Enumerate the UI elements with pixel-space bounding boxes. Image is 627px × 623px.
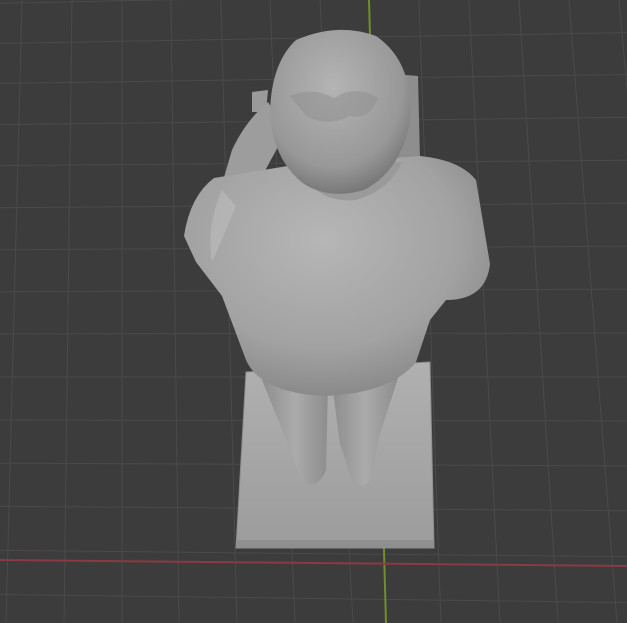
statue-base-edge: [236, 540, 434, 548]
3d-viewport[interactable]: [0, 0, 627, 623]
statue-model[interactable]: [184, 29, 490, 549]
x-axis-line: [0, 559, 627, 567]
viewport-canvas[interactable]: [0, 0, 627, 623]
